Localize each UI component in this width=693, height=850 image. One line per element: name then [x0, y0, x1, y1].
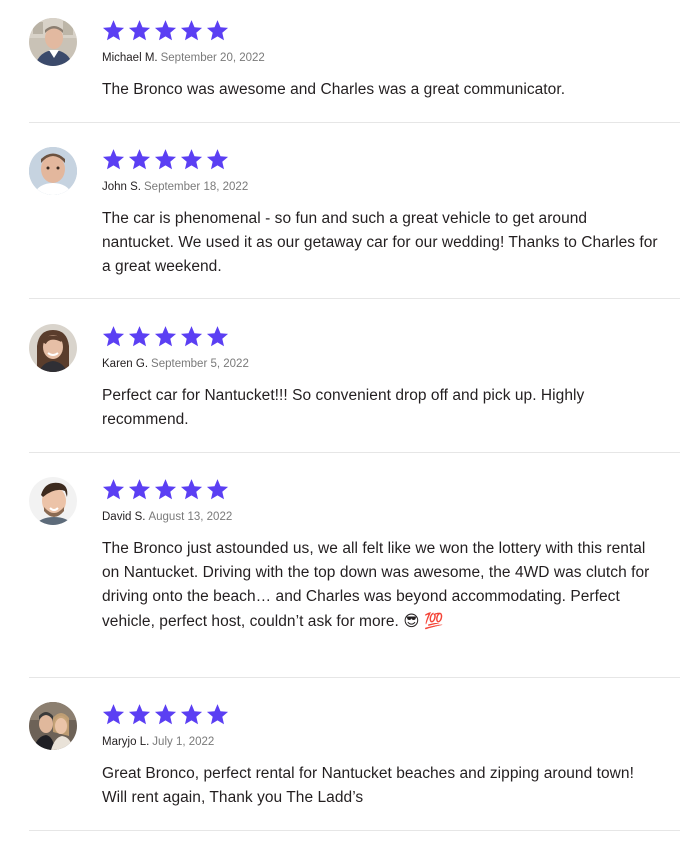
review-meta: Karen G. September 5, 2022	[102, 357, 662, 371]
star-icon	[154, 703, 177, 724]
review-meta: David S. August 13, 2022	[102, 510, 662, 524]
star-rating	[102, 477, 662, 501]
review-date: August 13, 2022	[148, 511, 233, 523]
divider	[29, 830, 680, 831]
review-meta: Maryjo L. July 1, 2022	[102, 735, 662, 749]
review-meta: John S. September 18, 2022	[102, 180, 662, 194]
star-icon	[154, 19, 177, 40]
star-icon	[102, 325, 125, 346]
reviewer-avatar[interactable]	[29, 18, 77, 66]
review-date: September 18, 2022	[144, 181, 249, 193]
divider	[29, 122, 680, 123]
star-icon	[206, 148, 229, 169]
review-date: September 20, 2022	[160, 52, 265, 64]
star-icon	[102, 478, 125, 499]
star-icon	[154, 478, 177, 499]
star-rating	[102, 702, 662, 726]
reviewer-avatar[interactable]	[29, 702, 77, 750]
review-text-body: The Bronco just astounded us, we all fel…	[102, 540, 650, 630]
review-content: David S. August 13, 2022 The Bronco just …	[102, 477, 662, 634]
star-icon	[102, 703, 125, 724]
review-emoji: 😎 💯	[403, 612, 444, 630]
star-icon	[154, 325, 177, 346]
star-icon	[180, 148, 203, 169]
divider	[29, 677, 680, 678]
review-text: Great Bronco, perfect rental for Nantuck…	[102, 765, 634, 806]
review-text: The Bronco was awesome and Charles was a…	[102, 81, 566, 98]
star-icon	[128, 703, 151, 724]
star-icon	[154, 148, 177, 169]
reviewer-name[interactable]: Michael M.	[102, 52, 158, 64]
review-text: Perfect car for Nantucket!!! So convenie…	[102, 387, 585, 428]
star-rating	[102, 324, 662, 348]
reviewer-name[interactable]: Karen G.	[102, 358, 148, 370]
star-icon	[180, 19, 203, 40]
star-icon	[180, 478, 203, 499]
star-icon	[102, 19, 125, 40]
review-date: July 1, 2022	[152, 736, 215, 748]
reviewer-avatar[interactable]	[29, 324, 77, 372]
review-content: Michael M. September 20, 2022 The Bronco …	[102, 18, 662, 102]
review-content: Karen G. September 5, 2022 Perfect car fo…	[102, 324, 662, 432]
reviewer-name[interactable]: David S.	[102, 511, 145, 523]
star-icon	[128, 148, 151, 169]
star-rating	[102, 147, 662, 171]
review-meta: Michael M. September 20, 2022	[102, 51, 662, 65]
star-icon	[102, 148, 125, 169]
reviewer-avatar[interactable]	[29, 477, 77, 525]
star-icon	[206, 478, 229, 499]
review-text: The car is phenomenal - so fun and such …	[102, 210, 658, 275]
star-rating	[102, 18, 662, 42]
review-content: John S. September 18, 2022 The car is phe…	[102, 147, 662, 279]
review-date: September 5, 2022	[151, 358, 249, 370]
reviewer-avatar[interactable]	[29, 147, 77, 195]
reviewer-name[interactable]: Maryjo L.	[102, 736, 149, 748]
star-icon	[128, 478, 151, 499]
star-icon	[180, 703, 203, 724]
star-icon	[128, 19, 151, 40]
reviewer-name[interactable]: John S.	[102, 181, 141, 193]
divider	[29, 298, 680, 299]
review-text: The Bronco just astounded us, we all fel…	[102, 537, 662, 634]
star-icon	[206, 703, 229, 724]
divider	[29, 452, 680, 453]
review-content: Maryjo L. July 1, 2022 Great Bronco, perf…	[102, 702, 662, 810]
star-icon	[128, 325, 151, 346]
star-icon	[206, 19, 229, 40]
star-icon	[206, 325, 229, 346]
star-icon	[180, 325, 203, 346]
